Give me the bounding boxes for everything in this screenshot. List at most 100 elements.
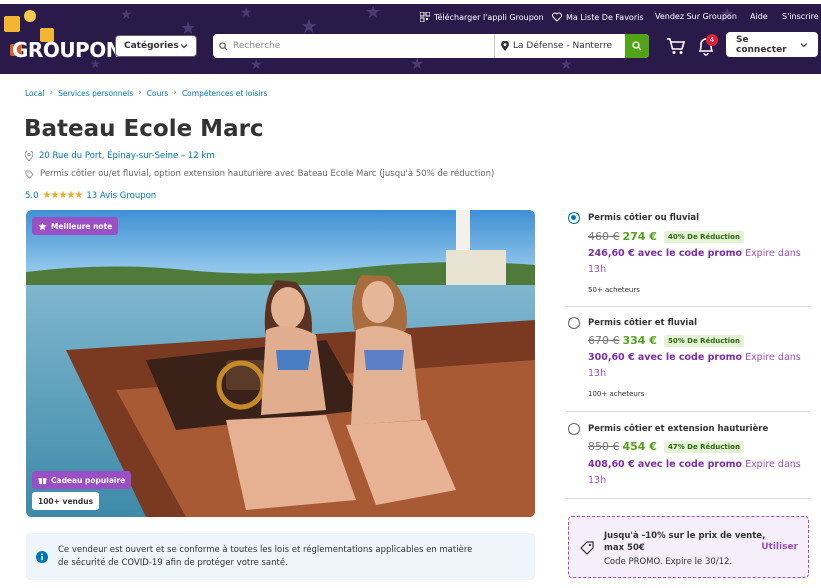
info-icon (36, 550, 48, 563)
page-title: Bateau Ecole Marc (24, 116, 264, 142)
deal-description: Permis côtier ou/et fluvial, option exte… (25, 169, 494, 179)
new-price: 334 € (622, 334, 657, 347)
rating-stars: ★★★★★ (43, 190, 84, 201)
search-input[interactable]: Recherche (213, 34, 495, 58)
categories-button[interactable]: Catégories (115, 35, 197, 57)
merchant-address[interactable]: 20 Rue du Port, Épinay-sur-Seine – 12 km (25, 151, 215, 161)
star-decoration: ★ (410, 54, 425, 73)
promo-price: 300,60 € avec le code promo (588, 352, 743, 363)
deal-options: Permis côtier ou fluvial 460 € 274 € 40%… (566, 208, 810, 499)
heart-icon (552, 12, 562, 22)
notification-badge: 4 (706, 34, 718, 46)
promo-expire: Expire dans (745, 459, 801, 470)
signup-label: S'inscrire (782, 12, 819, 21)
breadcrumb-item-courses[interactable]: Cours (147, 89, 169, 98)
old-price: 850 € (588, 440, 620, 453)
sold-count-badge: 100+ vendus (32, 492, 100, 510)
top-header: ★ ★ ★ ★ ★ ★ ★ ★ ★ ★ GROUPON Télécharger … (0, 0, 821, 74)
reviews-link[interactable]: 13 Avis Groupon (86, 191, 156, 201)
promo-expire-time: 13h (588, 368, 607, 379)
distance-text: 12 km (187, 151, 215, 161)
star-decoration: ★ (120, 7, 133, 23)
wishlist-label: Ma Liste De Favoris (566, 12, 644, 22)
breadcrumb-item-skills[interactable]: Compétences et loisirs (182, 89, 268, 98)
logo-text: GROUPON (12, 38, 122, 62)
location-pin-icon (501, 41, 509, 51)
breadcrumb-item-local[interactable]: Local (25, 89, 44, 98)
option-radio[interactable] (568, 212, 580, 224)
login-button[interactable]: Se connecter (726, 32, 818, 57)
star-decoration: ★ (240, 5, 253, 21)
covid-notice-line2: de sécurité de COVID-19 afin de protéger… (58, 557, 288, 568)
promo-price: 408,60 € avec le code promo (588, 459, 743, 470)
search-placeholder: Recherche (233, 41, 281, 51)
search-button[interactable] (625, 34, 649, 58)
use-coupon-button[interactable]: Utiliser (761, 542, 798, 552)
discount-badge: 40% De Réduction (663, 230, 744, 243)
option-item[interactable]: Permis côtier et fluvial 670 € 334 € 50%… (566, 307, 810, 412)
promo-line: 246,60 € avec le code promo Expire dans 1… (588, 246, 810, 278)
qr-code-icon (420, 12, 430, 22)
chevron-right-icon: › (138, 88, 142, 98)
option-radio[interactable] (568, 423, 580, 435)
location-value: La Défense - Nanterre (513, 41, 613, 51)
heart-ornament-icon (24, 10, 36, 22)
download-app-label: Télécharger l'appli Groupon (434, 12, 544, 22)
signup-link[interactable]: S'inscrire (782, 12, 819, 21)
groupon-logo[interactable]: GROUPON (2, 8, 122, 68)
coupon-tag-icon (580, 541, 594, 555)
deal-photo[interactable]: Meilleure note Cadeau populaire 100+ ven… (26, 210, 535, 517)
help-link[interactable]: Aide (750, 12, 768, 21)
gift-icon (4, 16, 20, 32)
discount-badge: 47% De Réduction (663, 440, 744, 453)
option-prices: 460 € 274 € 40% De Réduction (588, 230, 744, 243)
sell-label: Vendez Sur Groupon (655, 12, 737, 21)
option-item[interactable]: Permis côtier et extension hauturière 85… (566, 412, 810, 499)
star-decoration: ★ (250, 57, 263, 73)
old-price: 460 € (588, 230, 620, 243)
coupon-subtitle: Code PROMO. Expire le 30/12. (604, 557, 733, 567)
top-strip (0, 0, 821, 4)
tag-icon (25, 169, 34, 179)
discount-badge: 50% De Réduction (663, 334, 744, 347)
popular-gift-label: Cadeau populaire (51, 475, 126, 485)
chevron-right-icon: › (173, 88, 177, 98)
promo-expire-time: 13h (588, 475, 607, 486)
gift-icon (38, 477, 47, 484)
option-name: Permis côtier et fluvial (588, 318, 697, 328)
promo-coupon: Jusqu'à -10% sur le prix de vente, max 5… (568, 516, 809, 578)
cart-icon[interactable] (666, 36, 686, 56)
search-bar: Recherche La Défense - Nanterre (213, 34, 649, 58)
breadcrumb-item-services[interactable]: Services personnels (58, 89, 133, 98)
option-item[interactable]: Permis côtier ou fluvial 460 € 274 € 40%… (566, 208, 810, 307)
promo-line: 408,60 € avec le code promo Expire dans 1… (588, 457, 810, 489)
search-icon (219, 41, 228, 51)
best-rated-label: Meilleure note (51, 221, 113, 231)
wishlist-link[interactable]: Ma Liste De Favoris (552, 12, 644, 22)
promo-expire: Expire dans (745, 248, 801, 259)
best-rated-badge: Meilleure note (32, 217, 119, 235)
download-app-link[interactable]: Télécharger l'appli Groupon (420, 12, 544, 22)
address-text: 20 Rue du Port, Épinay-sur-Seine (39, 151, 179, 161)
rating-value: 5.0 (25, 190, 39, 201)
location-input[interactable]: La Défense - Nanterre (495, 34, 625, 58)
help-label: Aide (750, 12, 768, 21)
star-decoration: ★ (300, 14, 318, 38)
option-name: Permis côtier et extension hauturière (588, 424, 769, 434)
promo-price: 246,60 € avec le code promo (588, 248, 743, 259)
sell-link[interactable]: Vendez Sur Groupon (655, 12, 737, 21)
covid-notice: Ce vendeur est ouvert et se conforme à t… (26, 533, 535, 580)
option-prices: 850 € 454 € 47% De Réduction (588, 440, 744, 453)
sold-count-label: 100+ vendus (38, 496, 94, 506)
option-prices: 670 € 334 € 50% De Réduction (588, 334, 744, 347)
login-label: Se connecter (736, 34, 787, 55)
search-icon (632, 41, 642, 51)
buyers-count: 100+ acheteurs (588, 390, 645, 398)
chevron-down-icon (800, 42, 808, 47)
rating-summary[interactable]: 5.0 ★★★★★ 13 Avis Groupon (25, 190, 156, 201)
promo-line: 300,60 € avec le code promo Expire dans 1… (588, 350, 810, 382)
old-price: 670 € (588, 334, 620, 347)
popular-gift-badge: Cadeau populaire (32, 471, 132, 489)
option-radio[interactable] (568, 317, 580, 329)
star-icon (38, 221, 47, 230)
